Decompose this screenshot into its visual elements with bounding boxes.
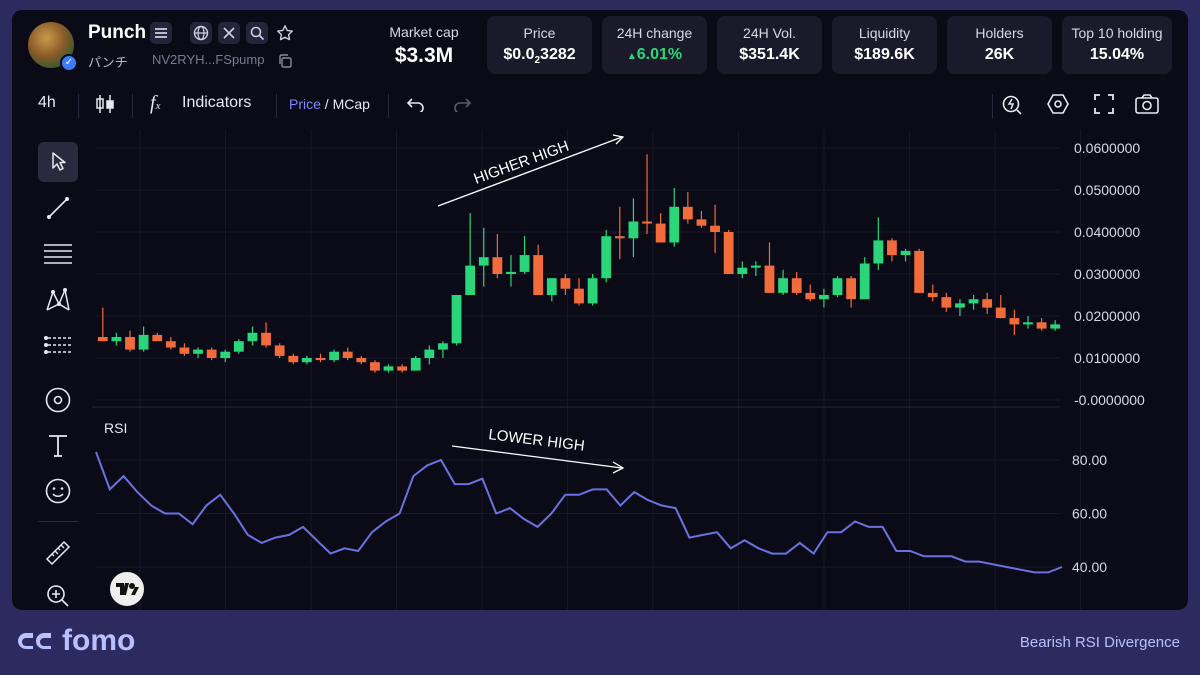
candle-body bbox=[914, 250, 925, 293]
fomo-brand: fomo bbox=[62, 624, 136, 657]
candle-body bbox=[533, 255, 544, 295]
lower-high-label: LOWER HIGH bbox=[488, 426, 586, 455]
candle-body bbox=[574, 288, 584, 304]
candle-body bbox=[873, 240, 884, 264]
candle-body bbox=[587, 278, 598, 304]
candle-body bbox=[165, 341, 176, 348]
candle-body bbox=[233, 341, 244, 352]
candle-body bbox=[982, 299, 993, 308]
candle-body bbox=[710, 225, 720, 232]
candle-body bbox=[383, 366, 394, 371]
price-tick-label: 0.0200000 bbox=[1074, 308, 1140, 324]
candle-body bbox=[859, 263, 870, 300]
candle-body bbox=[329, 351, 339, 361]
candle-body bbox=[832, 278, 843, 295]
rsi-axis: 80.00 60.00 40.00 bbox=[1072, 452, 1107, 575]
candle-body bbox=[791, 278, 802, 293]
candle-body bbox=[696, 219, 707, 226]
candle-body bbox=[628, 221, 639, 239]
candle-body bbox=[655, 223, 666, 243]
candle-body bbox=[560, 278, 571, 289]
candle-body bbox=[1023, 322, 1033, 325]
rsi-title: RSI bbox=[104, 420, 127, 436]
candle-body bbox=[778, 278, 788, 293]
candle-body bbox=[247, 332, 258, 342]
candle-body bbox=[941, 297, 952, 308]
candle-body bbox=[478, 257, 489, 266]
candle-body bbox=[152, 334, 163, 342]
candle-body bbox=[723, 232, 734, 274]
candle-body bbox=[301, 358, 312, 363]
candle-body bbox=[492, 257, 503, 274]
candle-body bbox=[370, 362, 380, 371]
candle-body bbox=[927, 292, 938, 298]
candle-body bbox=[900, 250, 911, 256]
candle-body bbox=[125, 337, 135, 350]
candle-body bbox=[642, 221, 652, 224]
price-tick-label: 0.0400000 bbox=[1074, 224, 1140, 240]
candle-body bbox=[506, 271, 516, 274]
candle-body bbox=[846, 278, 857, 300]
candle-body bbox=[546, 278, 557, 295]
candle-body bbox=[955, 303, 965, 308]
rsi-tick-label: 60.00 bbox=[1072, 506, 1107, 522]
candle-body bbox=[179, 347, 190, 354]
candle-body bbox=[968, 299, 979, 304]
candle-body bbox=[805, 292, 816, 300]
candle-body bbox=[1050, 324, 1061, 329]
candle-body bbox=[424, 349, 435, 358]
price-tick-label: 0.0300000 bbox=[1074, 266, 1140, 282]
candle-body bbox=[750, 265, 761, 268]
candle-body bbox=[138, 334, 149, 350]
candle-body bbox=[410, 358, 421, 371]
rsi-tick-label: 40.00 bbox=[1072, 559, 1107, 575]
candle-body bbox=[682, 206, 693, 220]
candle-body bbox=[819, 295, 829, 300]
candle-body bbox=[315, 358, 326, 361]
candle-body bbox=[397, 366, 408, 371]
candle-body bbox=[438, 343, 448, 350]
rsi-tick-label: 80.00 bbox=[1072, 452, 1107, 468]
candle-body bbox=[206, 349, 217, 358]
candle-body bbox=[220, 351, 231, 358]
candle-body bbox=[342, 351, 353, 358]
price-tick-label: 0.0500000 bbox=[1074, 182, 1140, 198]
footer-caption: Bearish RSI Divergence bbox=[1019, 634, 1180, 651]
candle-body bbox=[737, 267, 748, 274]
chart-grid bbox=[96, 130, 1081, 610]
candle-body bbox=[1036, 322, 1047, 329]
app-frame: ✓ Punch パンチ NV2RYH...FSpump Market cap $… bbox=[12, 10, 1188, 610]
candle-body bbox=[601, 236, 612, 279]
candle-body bbox=[356, 358, 367, 363]
lower-high-arrow bbox=[451, 445, 623, 469]
candle-body bbox=[519, 255, 530, 272]
rsi-line bbox=[95, 451, 1063, 574]
candle-body bbox=[274, 345, 285, 356]
candle-body bbox=[193, 349, 203, 354]
price-tick-label: 0.0100000 bbox=[1074, 350, 1140, 366]
fomo-logo: fomo bbox=[16, 624, 135, 658]
higher-high-label: HIGHER HIGH bbox=[472, 138, 572, 188]
fomo-logo-icon bbox=[18, 633, 51, 649]
candle-body bbox=[465, 265, 476, 295]
price-tick-label: -0.0000000 bbox=[1074, 392, 1145, 408]
candle-body bbox=[261, 332, 271, 346]
price-tick-label: 0.0600000 bbox=[1074, 140, 1140, 156]
candle-body bbox=[288, 355, 299, 363]
candle-body bbox=[97, 337, 108, 342]
candle-body bbox=[887, 240, 897, 256]
tradingview-logo-icon[interactable] bbox=[108, 570, 146, 608]
candle-series bbox=[97, 154, 1061, 373]
candle-body bbox=[451, 295, 462, 344]
candle-body bbox=[614, 236, 625, 239]
candle-body bbox=[111, 337, 122, 342]
rsi-series bbox=[95, 451, 1063, 574]
candle-body bbox=[995, 307, 1006, 319]
price-chart[interactable]: 0.0600000 0.0500000 0.0400000 0.0300000 0.02… bbox=[12, 10, 1188, 610]
price-axis: 0.0600000 0.0500000 0.0400000 0.0300000 0.02… bbox=[1074, 140, 1145, 408]
candle-body bbox=[764, 265, 775, 293]
candle-body bbox=[1009, 318, 1020, 325]
candle-body bbox=[669, 206, 680, 243]
higher-high-arrow bbox=[437, 136, 623, 207]
